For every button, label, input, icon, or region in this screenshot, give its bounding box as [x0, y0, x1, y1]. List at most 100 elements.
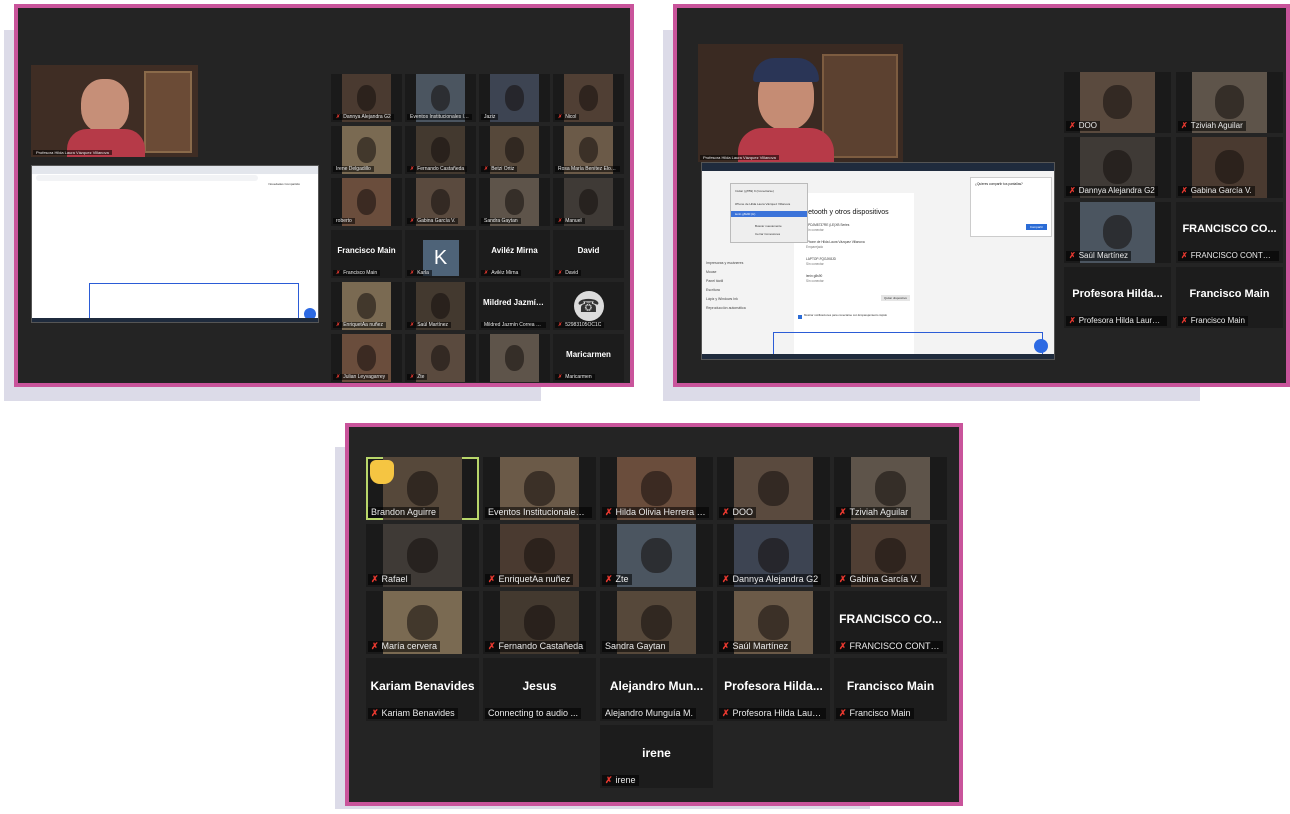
participant-tile[interactable]: Jesus Connecting to audio ... [483, 658, 596, 721]
participant-tile[interactable]: irene ✗ irene [600, 725, 713, 788]
muted-mic-icon: ✗ [484, 269, 489, 276]
participant-tile[interactable]: ✗ Zte [600, 524, 713, 587]
participant-tile[interactable]: ✗ DOO [1064, 72, 1171, 133]
participant-tile[interactable]: Eventos Institucionales IFT [405, 74, 476, 122]
participant-display-name: irene [642, 746, 671, 761]
popup-item[interactable]: iPhone de Hilda Laura Vázquez Villanova [735, 202, 790, 206]
participant-tile[interactable]: ✗ Betzi Ortiz [479, 126, 550, 174]
participant-tile[interactable]: Rosa María Benítez Elorriz [553, 126, 624, 174]
participant-figure [640, 537, 673, 573]
participant-tile[interactable]: ✗ Julian Leyvagarrey [331, 334, 402, 382]
nav-item[interactable]: Escritura [706, 286, 786, 295]
participant-name: Nicol [565, 113, 577, 120]
participant-figure [504, 84, 525, 111]
participant-tile[interactable]: ✗ Saúl Martínez [717, 591, 830, 654]
participant-figure [430, 188, 451, 215]
participant-tile[interactable]: ✗ Nicol [553, 74, 624, 122]
nav-item[interactable]: Panel táctil [706, 277, 786, 286]
participant-tile[interactable]: Maricarmen ✗ Maricarmen [553, 334, 624, 382]
participant-name: Kariam Benavides [381, 707, 455, 718]
participant-tile[interactable]: FRANCISCO CO... ✗FRANCISCO CONTRER... [834, 591, 947, 654]
device-item[interactable]: lenin g8s90 Sin conectar [806, 274, 824, 283]
browser-address-bar [36, 175, 258, 181]
participant-tile[interactable]: ✗ Rafael [366, 524, 479, 587]
participant-tile[interactable]: ✗ María cervera [366, 591, 479, 654]
participant-tile[interactable]: Francisco Main ✗ Francisco Main [331, 230, 402, 278]
participant-tile[interactable]: ✗ Dannya Alejandra G2 [331, 74, 402, 122]
participant-name-label: ✗ Aviléz Mirna [481, 269, 522, 276]
participant-tile[interactable]: Sandra Gaytan [479, 178, 550, 226]
participant-tile[interactable]: roberto [331, 178, 402, 226]
muted-mic-icon: ✗ [722, 573, 730, 584]
presenter-video[interactable]: Profesora Hilda Laura Vázquez Villanova [698, 44, 903, 162]
participant-tile[interactable]: ✗ Tziviah Aguilar [834, 457, 947, 520]
participant-figure [757, 470, 790, 506]
popup-button[interactable]: Cerrar Conexiones [755, 232, 780, 236]
popup-item-selected[interactable]: lenin g8s90 (H) [731, 211, 807, 217]
participant-tile[interactable]: ✗ Tziviah Aguilar [1176, 72, 1283, 133]
participant-tile[interactable]: Kariam Benavides ✗ Kariam Benavides [366, 658, 479, 721]
nav-item[interactable]: Impresoras y escáneres [706, 259, 786, 268]
participant-tile[interactable]: Irene Delgadillo [331, 126, 402, 174]
device-item[interactable]: iPhone de Hilda Laura Vázquez Villanova … [806, 240, 865, 249]
device-item[interactable]: LAPTOP-FQGJK8JD Sin conectar [806, 257, 836, 266]
participant-tile[interactable]: ✗ Saúl Martínez [405, 282, 476, 330]
participant-tile[interactable]: ✗ Gabina García V. [405, 178, 476, 226]
notification-button[interactable]: Compartir [1025, 224, 1047, 230]
participant-tile[interactable]: ✗ DOO [717, 457, 830, 520]
participant-tile[interactable]: ✗ Saúl Martínez [1064, 202, 1171, 263]
participant-tile[interactable]: Aviléz Mirna ✗ Aviléz Mirna [479, 230, 550, 278]
participant-tile[interactable]: ✗ Fernando Castañeda [405, 126, 476, 174]
participant-tile[interactable]: Jaziz [479, 74, 550, 122]
connect-popup: Invitar (gTB9) 9 (Conectarse) iPhone de … [730, 183, 808, 243]
participant-tile[interactable]: Francisco Main ✗ Francisco Main [1176, 267, 1283, 328]
popup-item[interactable]: Invitar (gTB9) 9 (Conectarse) [735, 189, 774, 193]
participant-tile[interactable]: ✗ Fernando Castañeda [483, 591, 596, 654]
participant-display-name: Mildred Jazmín... [483, 298, 548, 308]
participant-tile[interactable]: Sandra Gaytan [600, 591, 713, 654]
fast-pair-checkbox[interactable] [798, 315, 802, 319]
participant-tile[interactable]: K ✗ Karla [405, 230, 476, 278]
browser-link[interactable]: Compartido [284, 182, 300, 186]
nav-item[interactable]: Lápiz y Windows Ink [706, 295, 786, 304]
nav-item[interactable]: Mouse [706, 268, 786, 277]
shared-screen-window[interactable]: Novedades Compartido [31, 165, 319, 323]
participant-name: Zte [615, 573, 629, 584]
participant-tile[interactable]: Profesora Hilda... ✗ Profesora Hilda Laura… [717, 658, 830, 721]
participant-tile[interactable]: ✗ Dannya Alejandra G2 [717, 524, 830, 587]
participant-tile[interactable]: Juan B✗Juan B [331, 386, 402, 387]
participant-tile[interactable]: David ✗ David [553, 230, 624, 278]
participant-tile[interactable]: Alejandro Mun... Alejandro Munguía M. [600, 658, 713, 721]
browser-link[interactable]: Novedades [268, 182, 283, 186]
popup-button[interactable]: Buscar nuevamente [755, 224, 782, 228]
participant-name-label: ✗FRANCISCO CONTRER... [836, 640, 943, 652]
participant-tile[interactable]: ☎ ✗ 52983105OC1C [553, 282, 624, 330]
participant-name-label: Eventos Institucionales IFT [407, 113, 472, 120]
participant-name: Fernando Castañeda [498, 640, 584, 651]
participant-tile[interactable]: Eventos Institucionales IFT [483, 457, 596, 520]
participant-tile[interactable]: ✗ Dannya Alejandra G2 [1064, 137, 1171, 198]
participant-tile[interactable]: ✗ EnriquetAa nuñez [331, 282, 402, 330]
participant-tile[interactable]: ✗ Hilda Olivia Herrera C... [600, 457, 713, 520]
device-item[interactable]: BPDJM8737RE (LE)XB Series Sin conectar [806, 223, 849, 232]
participant-tile[interactable]: Profesora Hilda... ✗ Profesora Hilda Laura… [1064, 267, 1171, 328]
participant-name-label: Irene Delgadillo [333, 165, 374, 172]
shared-screen-window[interactable]: Impresoras y escáneres Mouse Panel tácti… [701, 162, 1055, 360]
participant-tile[interactable] [479, 334, 550, 382]
participant-tile[interactable]: ✗ Gabina García V. [1176, 137, 1283, 198]
participant-tile[interactable]: Brandon Aguirre [366, 457, 479, 520]
presenter-video[interactable]: Profesora Hilda Laura Vázquez Villanova [31, 65, 198, 157]
participant-tile[interactable]: ✗ Zte [405, 334, 476, 382]
participant-tile[interactable]: Francisco Main ✗ Francisco Main [834, 658, 947, 721]
participant-name: Dannya Alejandra G2 [1078, 186, 1155, 195]
remove-device-button[interactable]: Quitar dispositivo [880, 295, 910, 301]
participant-tile[interactable]: ✗ Manuel [553, 178, 624, 226]
participant-name-label: Brandon Aguirre [368, 506, 440, 518]
participant-figure [1214, 150, 1245, 184]
participant-tile[interactable]: ✗ Gabina García V. [834, 524, 947, 587]
participant-figure [578, 136, 599, 163]
participant-tile[interactable]: Mildred Jazmín... Mildred Jazmín Correa C… [479, 282, 550, 330]
participant-tile[interactable]: ✗ EnriquetAa nuñez [483, 524, 596, 587]
nav-item[interactable]: Reproducción automática [706, 304, 786, 313]
participant-tile[interactable]: FRANCISCO CO... ✗FRANCISCO CONTRER... [1176, 202, 1283, 263]
